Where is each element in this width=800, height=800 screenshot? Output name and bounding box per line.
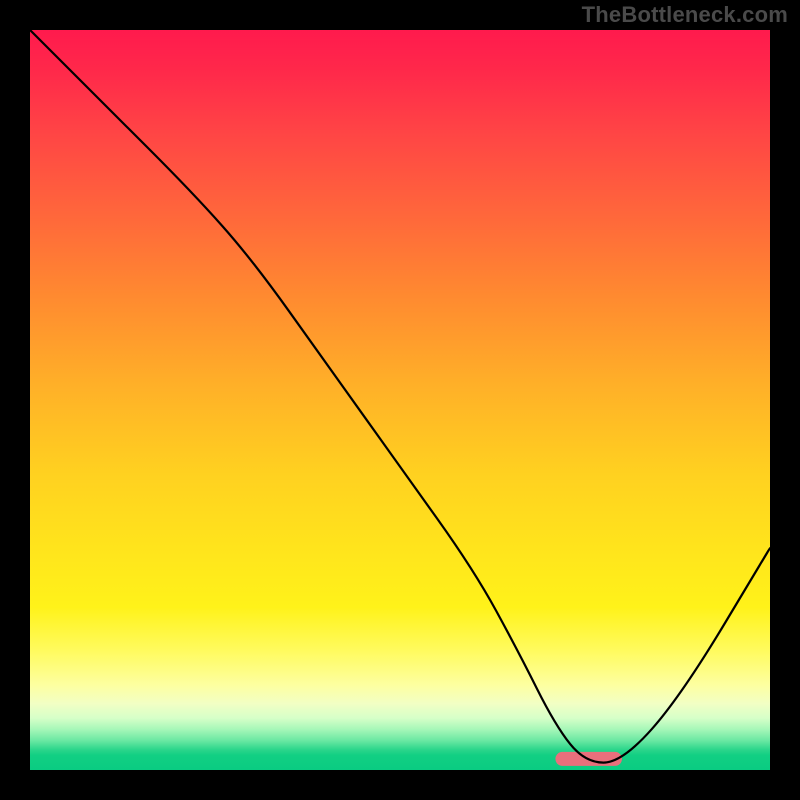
- plot-area: [30, 30, 770, 770]
- watermark-text: TheBottleneck.com: [582, 2, 788, 28]
- bottleneck-curve-line: [30, 30, 770, 763]
- bottleneck-curve-svg: [30, 30, 770, 770]
